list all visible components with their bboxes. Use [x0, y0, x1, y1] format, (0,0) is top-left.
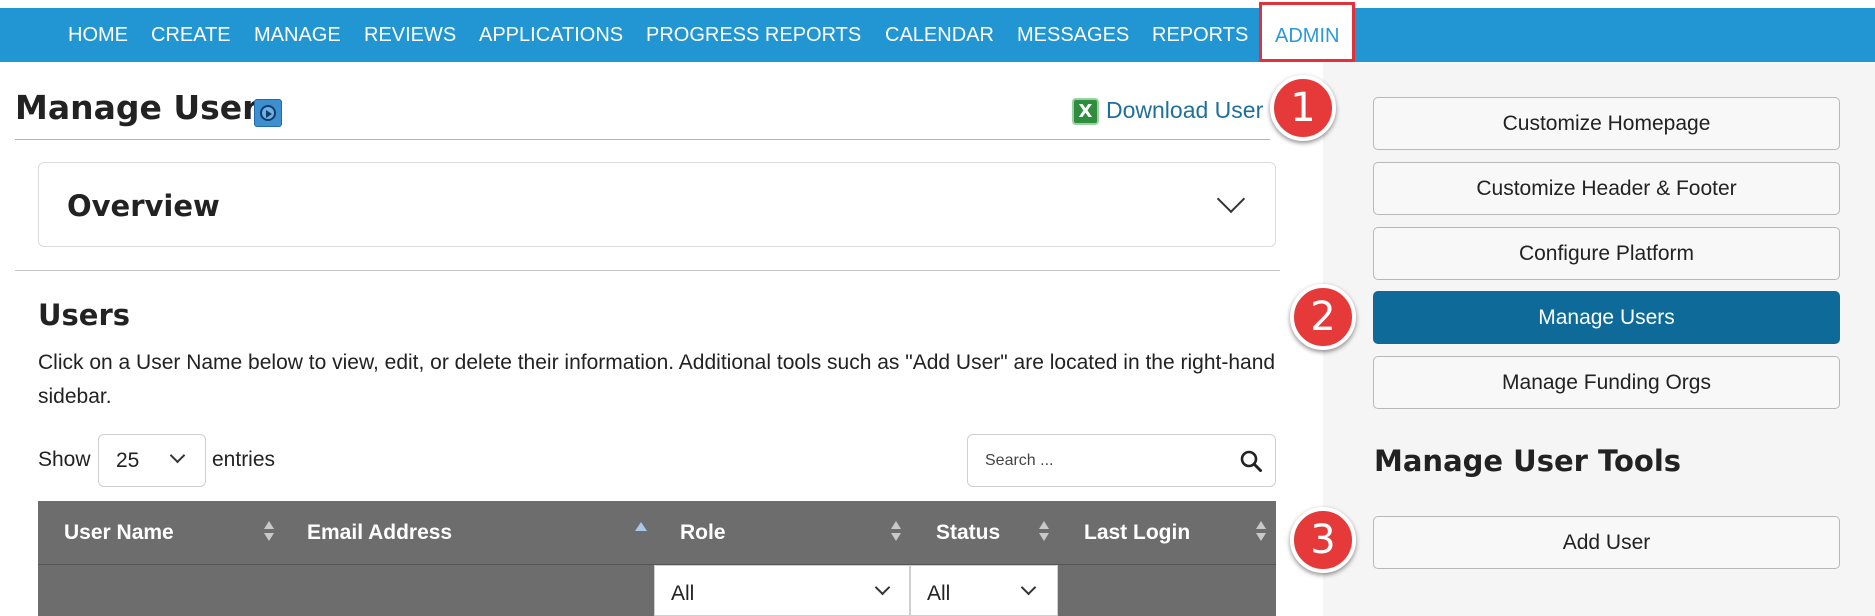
entries-label: entries	[212, 448, 276, 471]
add-user-button[interactable]: Add User	[1373, 516, 1840, 569]
users-description: Click on a User Name below to view, edit…	[38, 351, 1276, 408]
nav-admin[interactable]: ADMIN	[1259, 2, 1356, 62]
entries-value: 25	[116, 449, 140, 472]
chevron-down-icon	[874, 579, 891, 596]
callout-badge-1: 1	[1270, 75, 1336, 141]
overview-title: Overview	[67, 189, 220, 223]
entries-select[interactable]: 25	[98, 434, 206, 487]
role-filter-value: All	[671, 582, 695, 605]
chevron-down-icon	[1020, 579, 1037, 596]
download-user-list-link[interactable]: Download User L	[1106, 97, 1282, 124]
users-table-header: User Name Email Address Role Status Last…	[38, 501, 1276, 564]
column-status[interactable]: Status	[936, 521, 1000, 545]
nav-reports[interactable]: REPORTS	[1152, 8, 1248, 62]
nav-reviews[interactable]: REVIEWS	[364, 8, 456, 62]
chevron-down-icon	[169, 447, 186, 464]
nav-calendar[interactable]: CALENDAR	[885, 8, 994, 62]
sort-icon[interactable]	[264, 521, 274, 545]
manage-users-button[interactable]: Manage Users	[1373, 291, 1840, 344]
nav-manage[interactable]: MANAGE	[254, 8, 341, 62]
nav-home[interactable]: HOME	[68, 8, 128, 62]
section-divider	[15, 270, 1280, 271]
column-email-address[interactable]: Email Address	[307, 521, 452, 545]
manage-funding-orgs-button[interactable]: Manage Funding Orgs	[1373, 356, 1840, 409]
search-icon[interactable]	[1240, 450, 1262, 472]
nav-applications[interactable]: APPLICATIONS	[479, 8, 623, 62]
nav-messages[interactable]: MESSAGES	[1017, 8, 1129, 62]
title-divider	[15, 139, 1270, 140]
sort-icon[interactable]	[891, 521, 901, 545]
sort-ascending-icon[interactable]	[635, 522, 647, 531]
status-filter-select[interactable]: All	[910, 565, 1058, 616]
search-input[interactable]: Search ...	[967, 434, 1276, 487]
nav-progress-reports[interactable]: PROGRESS REPORTS	[646, 8, 861, 62]
excel-icon[interactable]: X	[1072, 98, 1099, 125]
sort-icon[interactable]	[1039, 521, 1049, 545]
column-last-login[interactable]: Last Login	[1084, 521, 1190, 545]
column-user-name[interactable]: User Name	[64, 521, 174, 545]
chevron-down-icon[interactable]	[1216, 184, 1246, 214]
configure-platform-button[interactable]: Configure Platform	[1373, 227, 1840, 280]
sort-icon[interactable]	[1256, 521, 1266, 545]
role-filter-select[interactable]: All	[654, 565, 910, 616]
customize-header-footer-button[interactable]: Customize Header & Footer	[1373, 162, 1840, 215]
column-role[interactable]: Role	[680, 521, 726, 545]
customize-homepage-button[interactable]: Customize Homepage	[1373, 97, 1840, 150]
users-heading: Users	[38, 298, 131, 332]
show-label: Show	[38, 448, 91, 471]
callout-badge-2: 2	[1290, 284, 1356, 350]
overview-accordion[interactable]: Overview	[38, 162, 1276, 247]
search-placeholder: Search ...	[985, 452, 1054, 469]
top-strip	[0, 0, 1875, 8]
manage-user-tools-heading: Manage User Tools	[1374, 444, 1682, 478]
status-filter-value: All	[927, 582, 951, 605]
callout-badge-3: 3	[1290, 507, 1356, 573]
video-tutorial-icon[interactable]	[254, 99, 282, 127]
nav-create[interactable]: CREATE	[151, 8, 231, 62]
page-title: Manage Users	[15, 88, 279, 127]
